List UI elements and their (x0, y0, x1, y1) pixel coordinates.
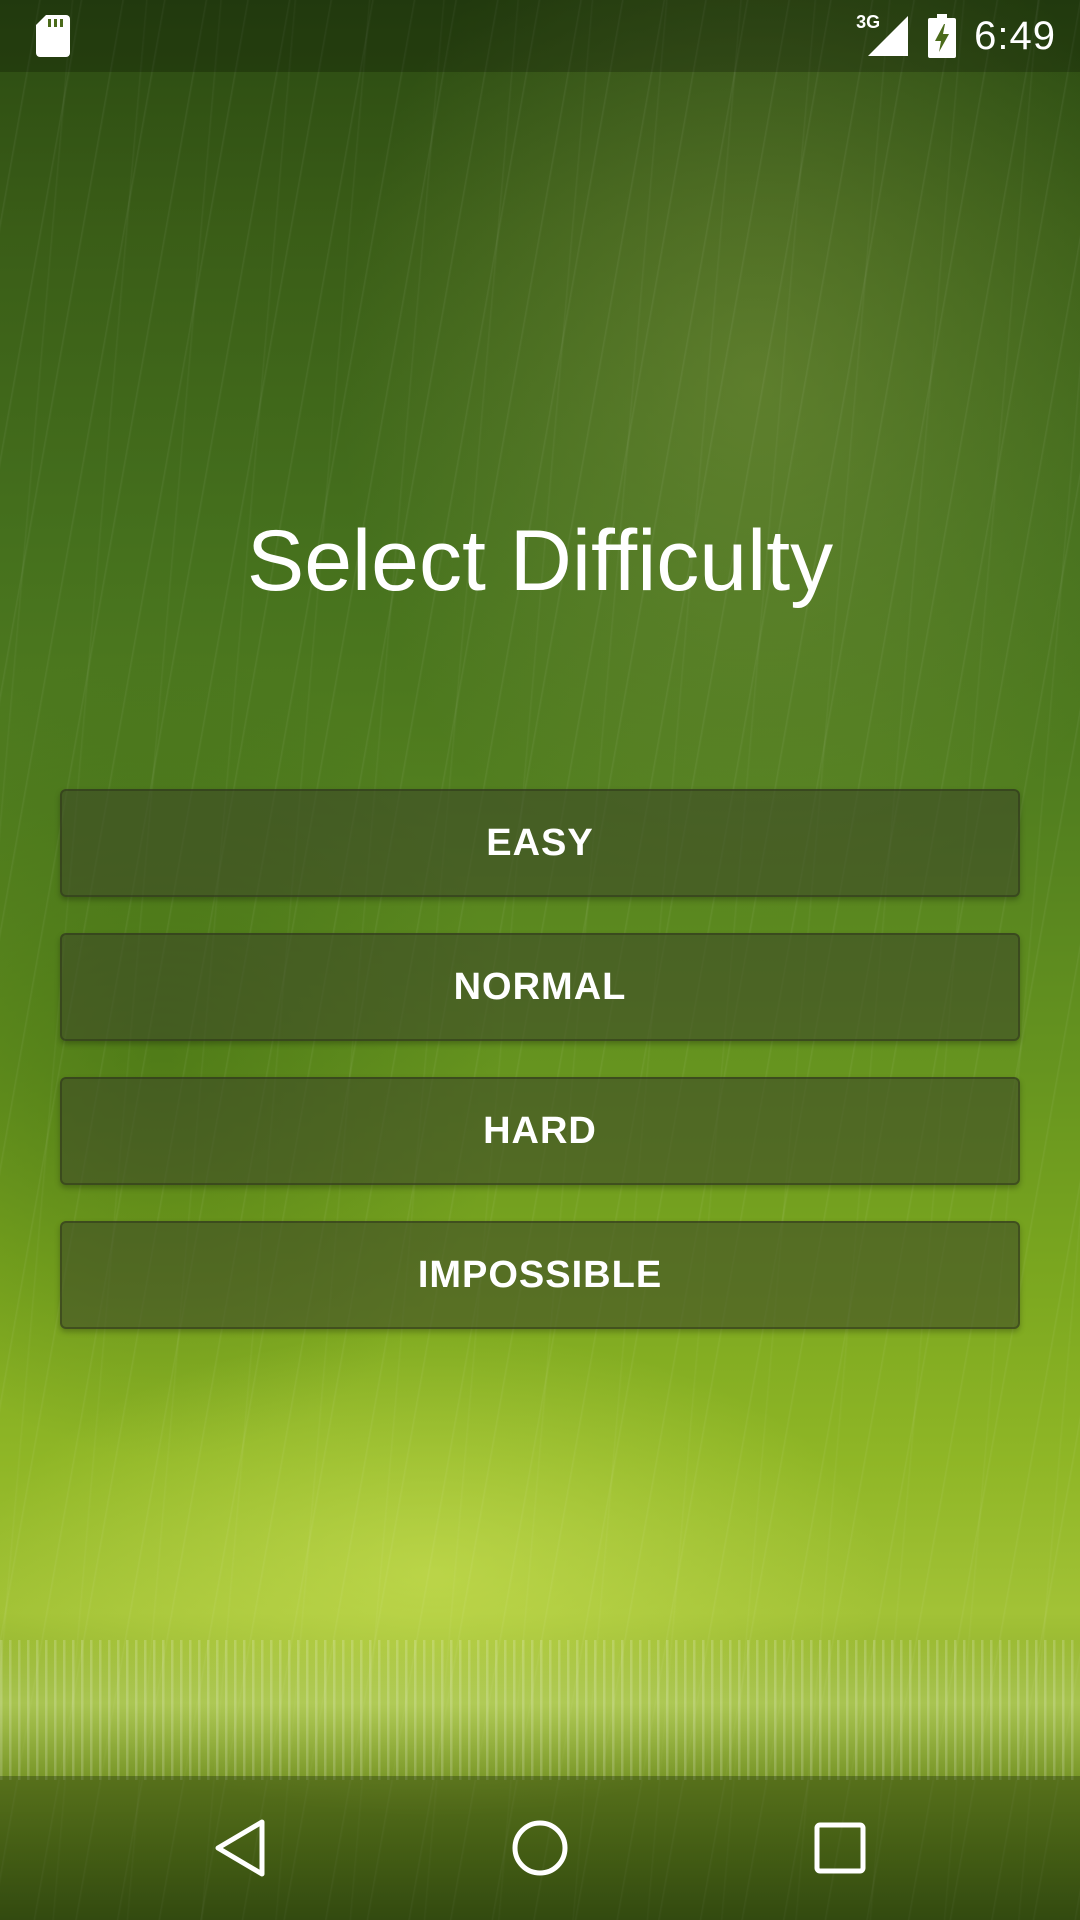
impossible-button[interactable]: IMPOSSIBLE (60, 1221, 1020, 1329)
status-clock: 6:49 (974, 13, 1056, 58)
app-screen: 3G 6:49 Select Difficulty EASY NORMAL HA… (0, 0, 1080, 1920)
navigation-bar (0, 1776, 1080, 1920)
normal-button[interactable]: NORMAL (60, 933, 1020, 1041)
hard-button[interactable]: HARD (60, 1077, 1020, 1185)
status-icons: 3G 6:49 (856, 0, 1056, 72)
cell-signal-icon: 3G (856, 12, 910, 58)
sd-card-icon (36, 15, 70, 57)
grass-background (0, 1640, 1080, 1780)
home-circle-icon[interactable] (504, 1812, 576, 1884)
easy-button[interactable]: EASY (60, 789, 1020, 897)
status-bar: 3G 6:49 (0, 0, 1080, 72)
back-triangle-icon[interactable] (204, 1812, 276, 1884)
battery-charging-icon (928, 14, 957, 58)
page-title: Select Difficulty (246, 513, 834, 609)
recents-square-icon[interactable] (804, 1812, 876, 1884)
difficulty-button-list: EASY NORMAL HARD IMPOSSIBLE (60, 789, 1020, 1365)
